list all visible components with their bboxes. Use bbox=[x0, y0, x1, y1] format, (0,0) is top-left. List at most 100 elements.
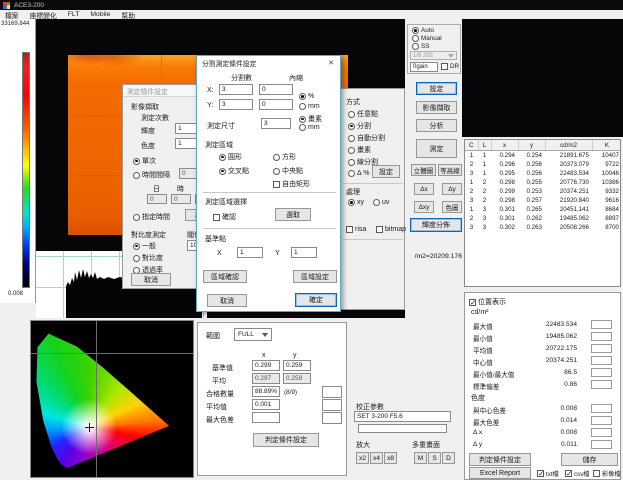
center-point-radio[interactable]: 中央點 bbox=[273, 166, 303, 176]
bitmap-checkbox[interactable]: bitmap bbox=[376, 226, 406, 233]
delta-x-button[interactable]: Δx bbox=[414, 183, 434, 195]
zoom-x4-button[interactable]: x4 bbox=[370, 452, 383, 464]
table-row[interactable]: 310.2950.25622483.53410046 bbox=[465, 169, 621, 178]
measure-size-label: 測定尺寸 bbox=[207, 121, 235, 131]
calibration-extra-field[interactable] bbox=[358, 424, 447, 433]
base-y-field[interactable]: 1 bbox=[291, 247, 317, 258]
risa-checkbox[interactable]: risa bbox=[346, 226, 366, 233]
table-row[interactable]: 330.3020.26320508.2668700 bbox=[465, 223, 621, 232]
measure-size-field[interactable]: 3 bbox=[261, 118, 291, 129]
mode-auto-radio[interactable]: Auto bbox=[412, 27, 434, 34]
delta-xy-button[interactable]: Δxy bbox=[414, 201, 434, 213]
auto-division-radio[interactable]: 自動分割 bbox=[348, 133, 385, 143]
uv-radio[interactable]: uv bbox=[373, 199, 389, 206]
cancel-button[interactable]: 取消 bbox=[131, 273, 171, 286]
ok-button[interactable]: 確定 bbox=[295, 293, 337, 307]
mode-ss-radio[interactable]: SS bbox=[412, 43, 429, 50]
excel-report-button[interactable]: Excel Report bbox=[469, 467, 531, 479]
statistics-panel: 位置表示 cd/m² 最大值22483.534 最小值19485.062 平均值… bbox=[464, 292, 621, 480]
menu-help[interactable]: 幫助 bbox=[121, 10, 135, 20]
cross-point-radio[interactable]: 交叉點 bbox=[219, 166, 249, 176]
measure-area-label: 測定區域 bbox=[205, 140, 233, 150]
y-division-field[interactable]: 3 bbox=[219, 99, 253, 110]
table-row[interactable]: 220.2990.25320374.2519332 bbox=[465, 187, 621, 196]
calibration-set-field[interactable]: SET 3-200 F5.6 bbox=[354, 411, 451, 422]
delta-y-button[interactable]: Δy bbox=[442, 183, 462, 195]
table-row[interactable]: 210.2960.25620373.0799722 bbox=[465, 160, 621, 169]
txt-checkbox[interactable]: txt檔 bbox=[537, 469, 559, 478]
single-shot-radio[interactable]: 單次 bbox=[133, 156, 156, 166]
mm-unit-radio[interactable]: mm bbox=[299, 124, 320, 131]
image-file-checkbox[interactable]: 影像檔 bbox=[593, 469, 621, 478]
normal-radio[interactable]: 一般 bbox=[133, 241, 156, 251]
delta-percent-radio[interactable]: Δ % bbox=[348, 170, 369, 177]
table-row[interactable]: 120.2980.25520776.73010386 bbox=[465, 178, 621, 187]
mode-manual-radio[interactable]: Manual bbox=[412, 35, 442, 42]
mm-radio[interactable]: mm bbox=[299, 103, 320, 110]
pick-button[interactable]: 選取 bbox=[275, 208, 311, 221]
position-display-checkbox[interactable]: 位置表示 bbox=[469, 297, 506, 307]
xy-radio[interactable]: xy bbox=[348, 199, 364, 206]
table-row[interactable]: 230.3010.26219485.0628897 bbox=[465, 214, 621, 223]
confirm-checkbox[interactable]: 確認 bbox=[213, 212, 236, 222]
multiscreen-d-button[interactable]: D bbox=[442, 452, 455, 464]
table-row[interactable]: 110.2940.25421891.67510407 bbox=[465, 151, 621, 161]
contour-button[interactable]: 等高線 bbox=[438, 164, 462, 176]
colormap-button[interactable]: 色圖 bbox=[442, 201, 462, 213]
shutter-dropdown[interactable]: 1/8 292 bbox=[410, 51, 457, 60]
luminance-distribution-button[interactable]: 輝度分佈 bbox=[410, 218, 462, 232]
square-radio[interactable]: 方形 bbox=[273, 152, 296, 162]
save-button[interactable]: 儲存 bbox=[561, 453, 618, 466]
division-radio[interactable]: 分割 bbox=[348, 121, 371, 131]
menu-file[interactable]: 檔案 bbox=[5, 10, 19, 20]
dialog-title-bar[interactable]: 分割測定條件設定 bbox=[197, 56, 340, 69]
measurement-table[interactable]: CLx ycd/m2K 110.2940.25421891.67510407 2… bbox=[465, 140, 621, 232]
graph3d-button[interactable]: 立體圖 bbox=[411, 164, 436, 176]
menu-flt[interactable]: FLT bbox=[68, 11, 80, 18]
menu-mobile[interactable]: Mobile bbox=[90, 11, 110, 18]
zoom-x8-button[interactable]: x8 bbox=[384, 452, 397, 464]
judge-condition-button[interactable]: 判定條件設定 bbox=[469, 453, 531, 466]
csv-checkbox[interactable]: csv檔 bbox=[565, 469, 589, 478]
arbitrary-points-radio[interactable]: 任意點 bbox=[348, 109, 378, 119]
percent-radio[interactable]: % bbox=[299, 93, 314, 100]
gain-value: 0gain bbox=[413, 64, 428, 70]
area-set-button[interactable]: 區域設定 bbox=[293, 270, 337, 283]
dr-checkbox[interactable]: DR bbox=[441, 63, 459, 70]
specified-time-radio[interactable]: 指定時間 bbox=[133, 212, 170, 222]
base-x-field[interactable]: 1 bbox=[237, 247, 263, 258]
method-set-button[interactable]: 設定 bbox=[372, 165, 400, 178]
pixel-unit-radio[interactable]: 畫素 bbox=[299, 114, 322, 124]
chroma-section-label: 色度 bbox=[471, 393, 485, 403]
process-section-label: 處理 bbox=[346, 187, 360, 197]
zoom-x2-button[interactable]: x2 bbox=[356, 452, 369, 464]
gain-field[interactable]: 0gain bbox=[410, 62, 438, 72]
circle-radio[interactable]: 圓形 bbox=[219, 152, 242, 162]
ref-y-field[interactable]: 0.259 bbox=[283, 360, 311, 371]
close-icon[interactable]: ✕ bbox=[322, 56, 340, 69]
contrast-radio[interactable]: 對比度 bbox=[133, 253, 163, 263]
pixel-radio[interactable]: 畫素 bbox=[348, 145, 371, 155]
judge-condition-button[interactable]: 判定條件設定 bbox=[253, 433, 319, 447]
menu-coord-transform[interactable]: 座標變化 bbox=[30, 10, 57, 20]
ref-x-field[interactable]: 0.299 bbox=[252, 360, 280, 371]
free-rect-checkbox[interactable]: 自由矩形 bbox=[273, 179, 310, 189]
range-dropdown[interactable]: FULL bbox=[234, 328, 272, 341]
mode-auto-label: Auto bbox=[421, 27, 434, 34]
capture-button[interactable]: 影像擷取 bbox=[416, 101, 457, 114]
area-confirm-button[interactable]: 區域確認 bbox=[203, 270, 247, 283]
multiscreen-m-button[interactable]: M bbox=[414, 452, 427, 464]
analyze-button[interactable]: 分析 bbox=[416, 119, 457, 132]
stat-delta-y: Δ y0.011 bbox=[465, 440, 622, 450]
setting-button[interactable]: 設定 bbox=[416, 82, 457, 95]
cancel-button[interactable]: 取消 bbox=[207, 294, 247, 307]
interval-radio[interactable]: 時間間隔 bbox=[133, 170, 170, 180]
multiscreen-s-button[interactable]: S bbox=[428, 452, 441, 464]
cie-chromaticity-panel[interactable] bbox=[30, 320, 194, 478]
y-inset-field[interactable]: 0 bbox=[259, 99, 293, 110]
table-row[interactable]: 130.3010.26520451.1418684 bbox=[465, 205, 621, 214]
table-row[interactable]: 320.2980.25721920.8409616 bbox=[465, 196, 621, 205]
x-inset-field[interactable]: 0 bbox=[259, 84, 293, 95]
x-division-field[interactable]: 3 bbox=[219, 84, 253, 95]
measure-button[interactable]: 測定 bbox=[416, 139, 457, 158]
